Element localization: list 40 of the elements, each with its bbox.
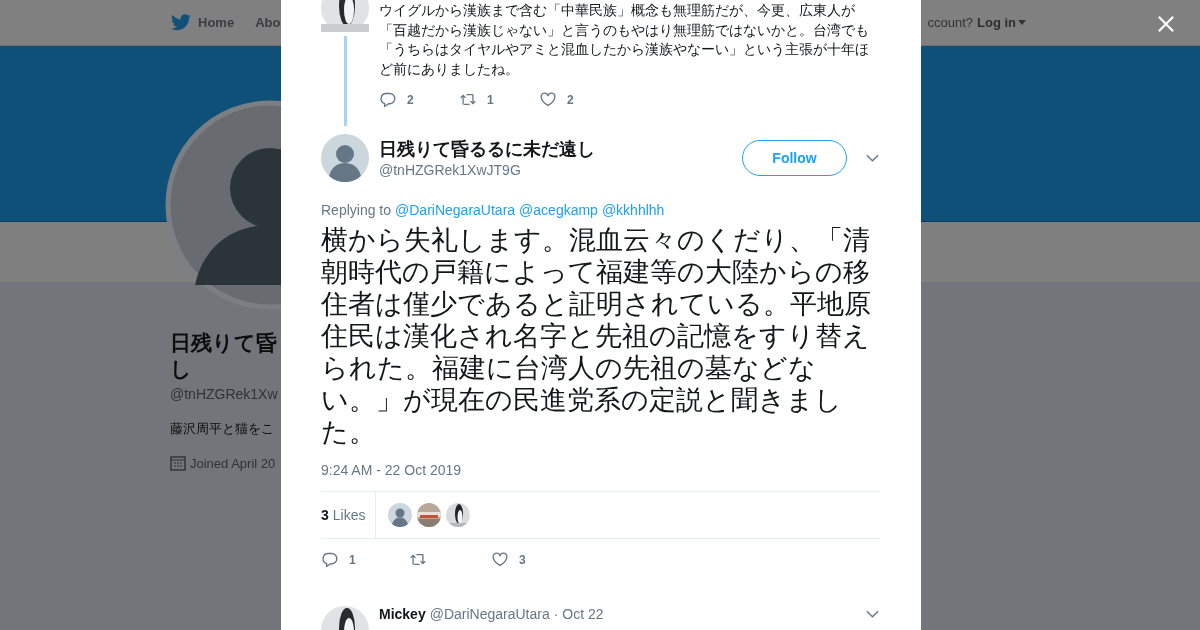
tweet-date[interactable]: · Oct 22 bbox=[553, 606, 604, 622]
profile-handle: @tnHZGRek1Xw bbox=[170, 386, 279, 402]
retweet-icon bbox=[409, 551, 427, 568]
user-handle[interactable]: @tnHZGRek1XwJT9G bbox=[379, 162, 742, 178]
joined-date: Joined April 20 bbox=[190, 455, 276, 471]
retweet-icon bbox=[459, 91, 477, 108]
user-name[interactable]: Mickey bbox=[379, 606, 426, 622]
avatar-icon[interactable] bbox=[388, 503, 413, 527]
reply-button[interactable]: 2 bbox=[379, 91, 459, 108]
like-button[interactable]: 3 bbox=[491, 551, 573, 568]
mention-link[interactable]: @kkhhlhh bbox=[601, 202, 665, 218]
home-link[interactable]: Home bbox=[198, 15, 235, 30]
follow-button[interactable]: Follow bbox=[742, 140, 847, 176]
reply-icon bbox=[321, 551, 339, 568]
reply-icon bbox=[379, 91, 397, 108]
retweet-button[interactable]: 1 bbox=[459, 91, 539, 108]
mention-link[interactable]: @DariNegaraUtara bbox=[395, 202, 516, 218]
heart-icon bbox=[539, 91, 557, 108]
likes-count[interactable]: 3 Likes bbox=[321, 492, 377, 538]
calendar-icon bbox=[170, 455, 186, 471]
login-button[interactable]: Log in bbox=[977, 15, 1026, 30]
chevron-down-icon[interactable] bbox=[866, 154, 879, 162]
account-prompt: ccount? bbox=[927, 15, 973, 30]
chevron-down-icon[interactable] bbox=[866, 610, 879, 618]
profile-bio: 藤沢周平と猫をこ bbox=[170, 420, 275, 438]
heart-icon bbox=[491, 551, 509, 568]
profile-name: 日残りて昏 し bbox=[170, 330, 278, 382]
like-button[interactable]: 2 bbox=[539, 91, 619, 108]
mention-link[interactable]: @acegkamp bbox=[519, 202, 598, 218]
close-icon[interactable] bbox=[1157, 15, 1175, 33]
caret-icon bbox=[1018, 20, 1026, 25]
tweet-text: ウイグルから漢族まで含む「中華民族」概念も無理筋だが、今更、広東人が「百越だから漢族じゃない」と言うのもやはり無理筋ではないかと。台湾でも「うちらはタイヤルやアミと混血したから漢族やなーい」という主張が十年ほど前にありましたね。 bbox=[379, 1, 870, 79]
about-link[interactable]: Abo bbox=[255, 15, 281, 30]
replying-label: Replying to bbox=[321, 202, 392, 218]
user-handle[interactable]: @DariNegaraUtara bbox=[429, 606, 550, 622]
tweet-timestamp[interactable]: 9:24 AM - 22 Oct 2019 bbox=[321, 462, 881, 478]
user-name[interactable]: 日残りて昏るるに未だ遠し bbox=[379, 138, 742, 160]
tweet-text: 横から失礼します。混血云々のくだり、「清朝時代の戸籍によって福建等の大陸からの移住者は僅少であると証明されている。平地原住民は漢化され名字と先祖の記憶をすり替えられた。福建に台湾人の先祖の墓などない。」が現在の民進党系の定説と聞きました。 bbox=[321, 224, 872, 448]
reply-button[interactable]: 1 bbox=[321, 551, 409, 568]
avatar-icon[interactable] bbox=[321, 134, 369, 182]
